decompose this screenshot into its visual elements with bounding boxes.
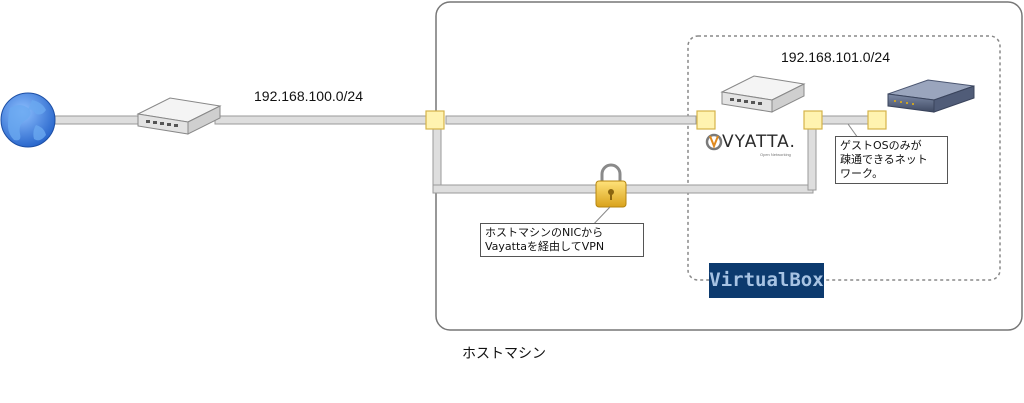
- port-vyatta-left: [696, 110, 716, 130]
- pipe-host-vyatta: [445, 115, 697, 125]
- virtualbox-label: VirtualBox: [709, 263, 824, 298]
- port-host: [425, 110, 445, 130]
- globe-icon: [0, 92, 56, 148]
- guest-note-line-1: ゲストOSのみが: [840, 139, 922, 152]
- outer-network-label: 192.168.100.0/24: [254, 88, 363, 104]
- server-icon: [887, 79, 975, 113]
- switch-icon: [136, 97, 222, 135]
- guest-note-line-3: ワーク。: [840, 167, 884, 180]
- pipe-vyatta-server: [821, 115, 871, 125]
- port-server: [867, 110, 887, 130]
- vyatta-tagline: Open Networking: [760, 152, 791, 157]
- port-vyatta-right: [803, 110, 823, 130]
- guest-note: ゲストOSのみが 疎通できるネット ワーク。: [835, 136, 948, 184]
- inner-network-label: 192.168.101.0/24: [781, 49, 890, 65]
- vpn-note-line-2: Vayattaを経由してVPN: [485, 240, 605, 253]
- pipe-vyatta-down: [807, 125, 817, 191]
- host-machine-label: ホストマシン: [462, 345, 546, 361]
- guest-note-line-2: 疎通できるネット: [840, 153, 928, 166]
- pipe-host-down: [432, 127, 442, 189]
- vyatta-logo-text: VYATTA.: [722, 132, 796, 152]
- lock-icon: [595, 163, 627, 208]
- vpn-note-line-1: ホストマシンのNICから: [485, 226, 604, 239]
- router-icon: [720, 75, 806, 113]
- vpn-note: ホストマシンのNICから Vayattaを経由してVPN: [480, 223, 644, 257]
- pipe-switch-host: [214, 115, 431, 125]
- vyatta-logo-icon: [705, 133, 723, 151]
